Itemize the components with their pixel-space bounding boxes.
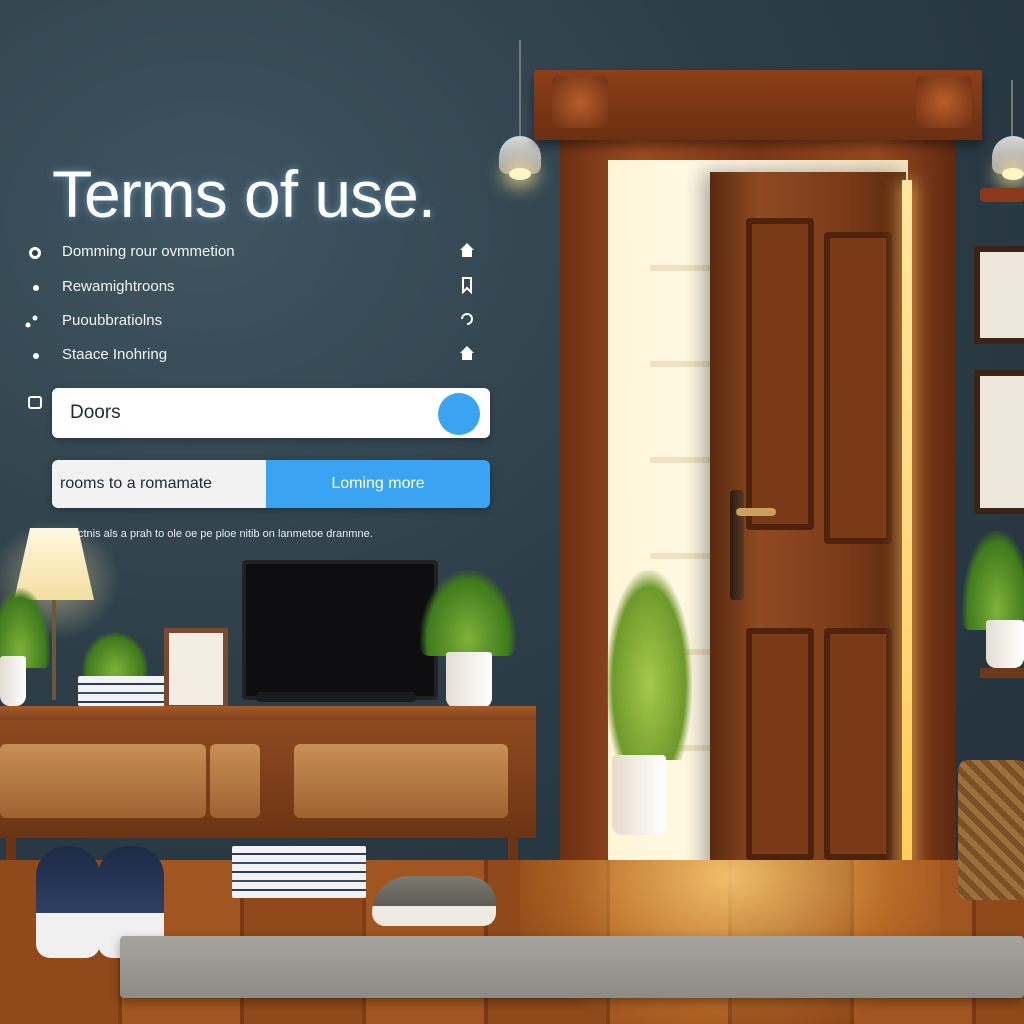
plant-right: [962, 530, 1024, 630]
action-text: rooms to a romamate: [52, 460, 266, 508]
plant-shelf-right: [980, 668, 1024, 678]
home-icon: [460, 346, 474, 360]
refresh-icon: [461, 313, 473, 325]
menu-item-3[interactable]: Puoubbratiolns: [0, 312, 490, 336]
pendant-lamp-left: [499, 136, 541, 180]
footnote: ctnis als a prah to ole oe pe ploe nitib…: [78, 528, 373, 540]
plant-outside: [606, 570, 692, 760]
wall-picture-top: [974, 246, 1024, 344]
bullet-icon: [33, 353, 39, 359]
cabinet-drawer-middle: [210, 744, 260, 818]
door-edge-glow: [902, 180, 912, 880]
television: [242, 560, 438, 700]
door-panel-top-right: [824, 232, 892, 544]
cabinet-drawer-left: [0, 744, 206, 818]
pendant-lamp-right: [992, 136, 1024, 180]
pendant-cord-right: [1011, 80, 1013, 136]
door-panel-bottom-left: [746, 628, 814, 860]
grey-shoe: [372, 876, 496, 926]
plant-tv: [420, 570, 516, 656]
plant-small: [82, 632, 148, 680]
menu-item-label: Staace Inohring: [62, 346, 168, 363]
bullet-icon: [33, 285, 39, 291]
action-row: rooms to a romamate Loming more: [52, 460, 490, 508]
plant-pot-outside: [612, 755, 666, 835]
television-stand: [256, 692, 416, 702]
bookmark-icon: [462, 277, 472, 294]
pot-left: [0, 656, 26, 706]
books-on-cabinet: [78, 676, 168, 706]
pot-right: [986, 620, 1024, 668]
frame-ornament-right: [916, 76, 972, 128]
door-handle: [736, 508, 776, 516]
pendant-cord-left: [519, 40, 521, 136]
learn-more-button[interactable]: Loming more: [266, 460, 490, 508]
frame-ornament-left: [552, 76, 608, 128]
menu-item-1[interactable]: Domming rour ovmmetion: [0, 243, 490, 267]
search-input[interactable]: [68, 401, 412, 425]
menu-item-label: Puoubbratiolns: [62, 312, 163, 329]
door-handle-plate: [730, 490, 744, 600]
wall-shelf: [980, 188, 1024, 202]
books-on-floor: [232, 846, 366, 898]
menu-item-2[interactable]: Rewamightroons: [0, 277, 490, 302]
search-bar[interactable]: [52, 388, 490, 438]
menu-item-4[interactable]: Staace Inohring: [0, 346, 490, 370]
page-title: Terms of use.: [52, 157, 436, 231]
sneaker-left: [36, 846, 100, 958]
menu-item-label: Domming rour ovmmetion: [62, 243, 235, 260]
wall-picture-bottom: [974, 370, 1024, 514]
search-field-icon: [28, 396, 42, 409]
table-lamp-pole: [52, 600, 56, 700]
menu-item-label: Rewamightroons: [62, 278, 175, 295]
photo-frame: [164, 628, 228, 710]
search-button[interactable]: [438, 393, 480, 435]
home-icon: [460, 243, 474, 257]
cabinet-drawer-right: [294, 744, 508, 818]
woven-basket: [958, 760, 1024, 900]
bullet-icon: [25, 315, 38, 328]
door-panel-bottom-right: [824, 628, 892, 860]
location-icon: [29, 247, 41, 259]
door-panel-top-left: [746, 218, 814, 530]
floor-rug: [120, 936, 1024, 998]
pot-tv: [446, 652, 492, 708]
